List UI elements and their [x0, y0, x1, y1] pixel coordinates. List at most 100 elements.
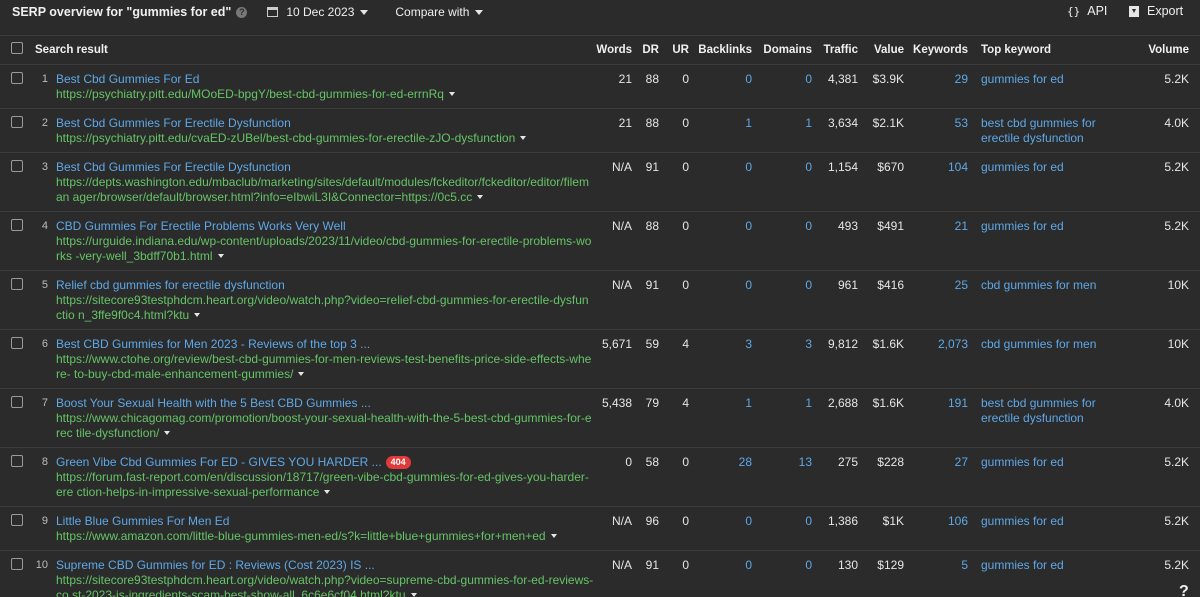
- row-checkbox[interactable]: [11, 336, 23, 349]
- top-keyword-link[interactable]: cbd gummies for men: [968, 270, 1135, 330]
- keywords-link[interactable]: 21: [904, 211, 968, 271]
- top-keyword-link[interactable]: gummies for ed: [968, 152, 1135, 212]
- backlinks-link[interactable]: 0: [689, 270, 752, 330]
- domains-link[interactable]: 1: [752, 108, 812, 153]
- domains-link[interactable]: 0: [752, 64, 812, 109]
- compare-with-dropdown[interactable]: Compare with: [395, 5, 484, 19]
- result-url-link[interactable]: https://urguide.indiana.edu/wp-content/u…: [56, 234, 591, 263]
- result-url-link[interactable]: https://www.chicagomag.com/promotion/boo…: [56, 411, 592, 440]
- row-checkbox[interactable]: [11, 557, 23, 570]
- result-url-link[interactable]: https://sitecore93testphdcm.heart.org/vi…: [56, 573, 593, 597]
- backlinks-link[interactable]: 1: [689, 388, 752, 448]
- chevron-down-icon[interactable]: [164, 431, 171, 436]
- col-ur[interactable]: UR: [659, 36, 689, 65]
- export-button[interactable]: Export: [1129, 4, 1183, 18]
- chevron-down-icon[interactable]: [298, 372, 305, 377]
- row-checkbox-cell[interactable]: [0, 211, 35, 271]
- row-checkbox-cell[interactable]: [0, 152, 35, 212]
- keywords-link[interactable]: 27: [904, 447, 968, 507]
- keywords-link[interactable]: 5: [904, 550, 968, 597]
- keywords-link[interactable]: 191: [904, 388, 968, 448]
- domains-link[interactable]: 3: [752, 329, 812, 389]
- result-title-link[interactable]: Green Vibe Cbd Gummies For ED - GIVES YO…: [56, 455, 382, 469]
- keywords-link[interactable]: 106: [904, 506, 968, 551]
- col-top-keyword[interactable]: Top keyword: [968, 36, 1135, 65]
- backlinks-link[interactable]: 0: [689, 64, 752, 109]
- row-checkbox[interactable]: [11, 513, 23, 526]
- chevron-down-icon[interactable]: [520, 136, 527, 141]
- row-checkbox-cell[interactable]: [0, 447, 35, 507]
- domains-link[interactable]: 1: [752, 388, 812, 448]
- result-url-link[interactable]: https://sitecore93testphdcm.heart.org/vi…: [56, 293, 589, 322]
- keywords-link[interactable]: 25: [904, 270, 968, 330]
- chevron-down-icon[interactable]: [217, 254, 224, 259]
- domains-link[interactable]: 0: [752, 270, 812, 330]
- result-title-link[interactable]: Boost Your Sexual Health with the 5 Best…: [56, 396, 371, 410]
- domains-link[interactable]: 0: [752, 506, 812, 551]
- select-all-checkbox-cell[interactable]: [0, 36, 35, 65]
- top-keyword-link[interactable]: best cbd gummies for erectile dysfunctio…: [968, 388, 1135, 448]
- keywords-link[interactable]: 2,073: [904, 329, 968, 389]
- chevron-down-icon[interactable]: [410, 593, 417, 597]
- keywords-link[interactable]: 104: [904, 152, 968, 212]
- row-checkbox[interactable]: [11, 159, 23, 172]
- chevron-down-icon[interactable]: [324, 490, 331, 495]
- row-checkbox[interactable]: [11, 71, 23, 84]
- domains-link[interactable]: 0: [752, 550, 812, 597]
- date-selector[interactable]: 10 Dec 2023: [267, 5, 369, 19]
- row-checkbox[interactable]: [11, 395, 23, 408]
- backlinks-link[interactable]: 0: [689, 152, 752, 212]
- row-checkbox-cell[interactable]: [0, 388, 35, 448]
- top-keyword-link[interactable]: cbd gummies for men: [968, 329, 1135, 389]
- top-keyword-link[interactable]: gummies for ed: [968, 64, 1135, 109]
- domains-link[interactable]: 13: [752, 447, 812, 507]
- keywords-link[interactable]: 29: [904, 64, 968, 109]
- row-checkbox[interactable]: [11, 115, 23, 128]
- top-keyword-link[interactable]: gummies for ed: [968, 447, 1135, 507]
- backlinks-link[interactable]: 0: [689, 506, 752, 551]
- keywords-link[interactable]: 53: [904, 108, 968, 153]
- api-button[interactable]: {} API: [1067, 4, 1107, 18]
- row-checkbox-cell[interactable]: [0, 108, 35, 153]
- col-keywords[interactable]: Keywords: [904, 36, 968, 65]
- backlinks-link[interactable]: 0: [689, 211, 752, 271]
- backlinks-link[interactable]: 0: [689, 550, 752, 597]
- result-url-link[interactable]: https://www.ctohe.org/review/best-cbd-gu…: [56, 352, 591, 381]
- result-url-link[interactable]: https://forum.fast-report.com/en/discuss…: [56, 470, 589, 499]
- backlinks-link[interactable]: 28: [689, 447, 752, 507]
- row-checkbox-cell[interactable]: [0, 64, 35, 109]
- col-volume[interactable]: Volume: [1135, 36, 1200, 65]
- col-traffic[interactable]: Traffic: [812, 36, 858, 65]
- row-checkbox[interactable]: [11, 218, 23, 231]
- result-url-link[interactable]: https://www.amazon.com/little-blue-gummi…: [56, 529, 546, 543]
- result-url-link[interactable]: https://psychiatry.pitt.edu/cvaED-zUBel/…: [56, 131, 515, 145]
- domains-link[interactable]: 0: [752, 211, 812, 271]
- chevron-down-icon[interactable]: [477, 195, 484, 200]
- col-search-result[interactable]: Search result: [35, 36, 594, 65]
- result-title-link[interactable]: Supreme CBD Gummies for ED : Reviews (Co…: [56, 558, 375, 572]
- select-all-checkbox[interactable]: [11, 42, 23, 55]
- result-url-link[interactable]: https://depts.washington.edu/mbaclub/mar…: [56, 175, 589, 204]
- result-title-link[interactable]: Best Cbd Gummies For Ed: [56, 72, 199, 86]
- row-checkbox[interactable]: [11, 277, 23, 290]
- top-keyword-link[interactable]: gummies for ed: [968, 506, 1135, 551]
- col-backlinks[interactable]: Backlinks: [689, 36, 752, 65]
- backlinks-link[interactable]: 3: [689, 329, 752, 389]
- chevron-down-icon[interactable]: [448, 92, 455, 97]
- col-domains[interactable]: Domains: [752, 36, 812, 65]
- col-words[interactable]: Words: [594, 36, 632, 65]
- help-button[interactable]: ?: [1179, 583, 1189, 597]
- row-checkbox-cell[interactable]: [0, 270, 35, 330]
- result-title-link[interactable]: Best Cbd Gummies For Erectile Dysfunctio…: [56, 160, 291, 174]
- help-circle-icon[interactable]: ?: [236, 6, 248, 18]
- result-title-link[interactable]: CBD Gummies For Erectile Problems Works …: [56, 219, 346, 233]
- top-keyword-link[interactable]: gummies for ed: [968, 550, 1135, 597]
- row-checkbox[interactable]: [11, 454, 23, 467]
- result-title-link[interactable]: Relief cbd gummies for erectile dysfunct…: [56, 278, 285, 292]
- top-keyword-link[interactable]: best cbd gummies for erectile dysfunctio…: [968, 108, 1135, 153]
- backlinks-link[interactable]: 1: [689, 108, 752, 153]
- col-dr[interactable]: DR: [632, 36, 659, 65]
- domains-link[interactable]: 0: [752, 152, 812, 212]
- row-checkbox-cell[interactable]: [0, 329, 35, 389]
- col-value[interactable]: Value: [858, 36, 904, 65]
